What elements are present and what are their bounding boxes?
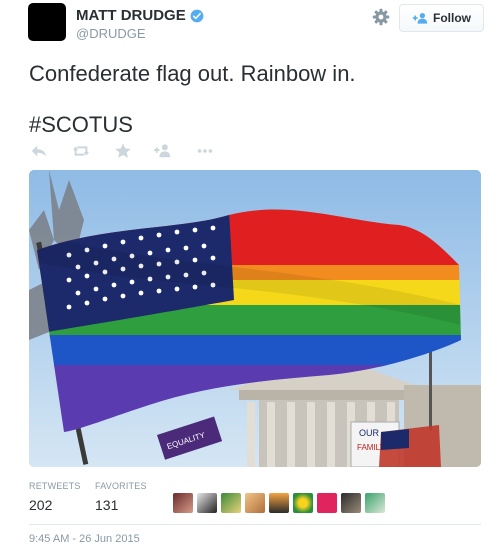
- favoriter-avatar[interactable]: [269, 493, 289, 513]
- display-name-text: MATT DRUDGE: [76, 7, 186, 24]
- tweet-card: MATT DRUDGE @DRUDGE Follow Confederate f…: [0, 0, 500, 550]
- favoriter-avatar[interactable]: [365, 493, 385, 513]
- more-icon[interactable]: [196, 142, 214, 160]
- favoriter-avatar[interactable]: [245, 493, 265, 513]
- flag-photo-illustration: OUR FAMILY EQUALITY: [29, 170, 481, 467]
- favoriter-avatar[interactable]: [317, 493, 337, 513]
- user-handle[interactable]: @DRUDGE: [76, 26, 146, 41]
- retweet-icon[interactable]: [72, 142, 90, 160]
- retweets-stat[interactable]: RETWEETS 202: [29, 481, 81, 513]
- retweets-label: RETWEETS: [29, 481, 81, 491]
- favoriter-avatar[interactable]: [293, 493, 313, 513]
- tweet-photo[interactable]: OUR FAMILY EQUALITY: [29, 170, 481, 467]
- display-name[interactable]: MATT DRUDGE: [76, 7, 204, 24]
- favorites-stat[interactable]: FAVORITES 131: [95, 481, 147, 513]
- verified-badge-icon: [190, 9, 204, 22]
- tweet-stats: RETWEETS 202 FAVORITES 131: [29, 481, 481, 523]
- add-user-icon[interactable]: [154, 142, 172, 160]
- avatar[interactable]: [28, 3, 66, 41]
- favoriter-avatar[interactable]: [173, 493, 193, 513]
- retweets-count: 202: [29, 497, 53, 513]
- follow-button[interactable]: Follow: [399, 4, 484, 32]
- favoriters-avatars: [173, 493, 385, 513]
- add-user-icon: [412, 12, 428, 24]
- sign-text-our: OUR: [359, 428, 380, 438]
- follow-label: Follow: [433, 11, 471, 25]
- star-icon[interactable]: [114, 142, 132, 160]
- favorites-label: FAVORITES: [95, 481, 147, 491]
- divider: [29, 524, 481, 525]
- gear-icon[interactable]: [372, 8, 390, 26]
- favoriter-avatar[interactable]: [221, 493, 241, 513]
- hashtag-link[interactable]: #SCOTUS: [29, 112, 133, 138]
- favorites-count: 131: [95, 497, 119, 513]
- reply-icon[interactable]: [30, 142, 48, 160]
- favoriter-avatar[interactable]: [197, 493, 217, 513]
- favoriter-avatar[interactable]: [341, 493, 361, 513]
- tweet-text: Confederate flag out. Rainbow in.: [29, 61, 356, 86]
- tweet-timestamp[interactable]: 9:45 AM - 26 Jun 2015: [29, 533, 140, 545]
